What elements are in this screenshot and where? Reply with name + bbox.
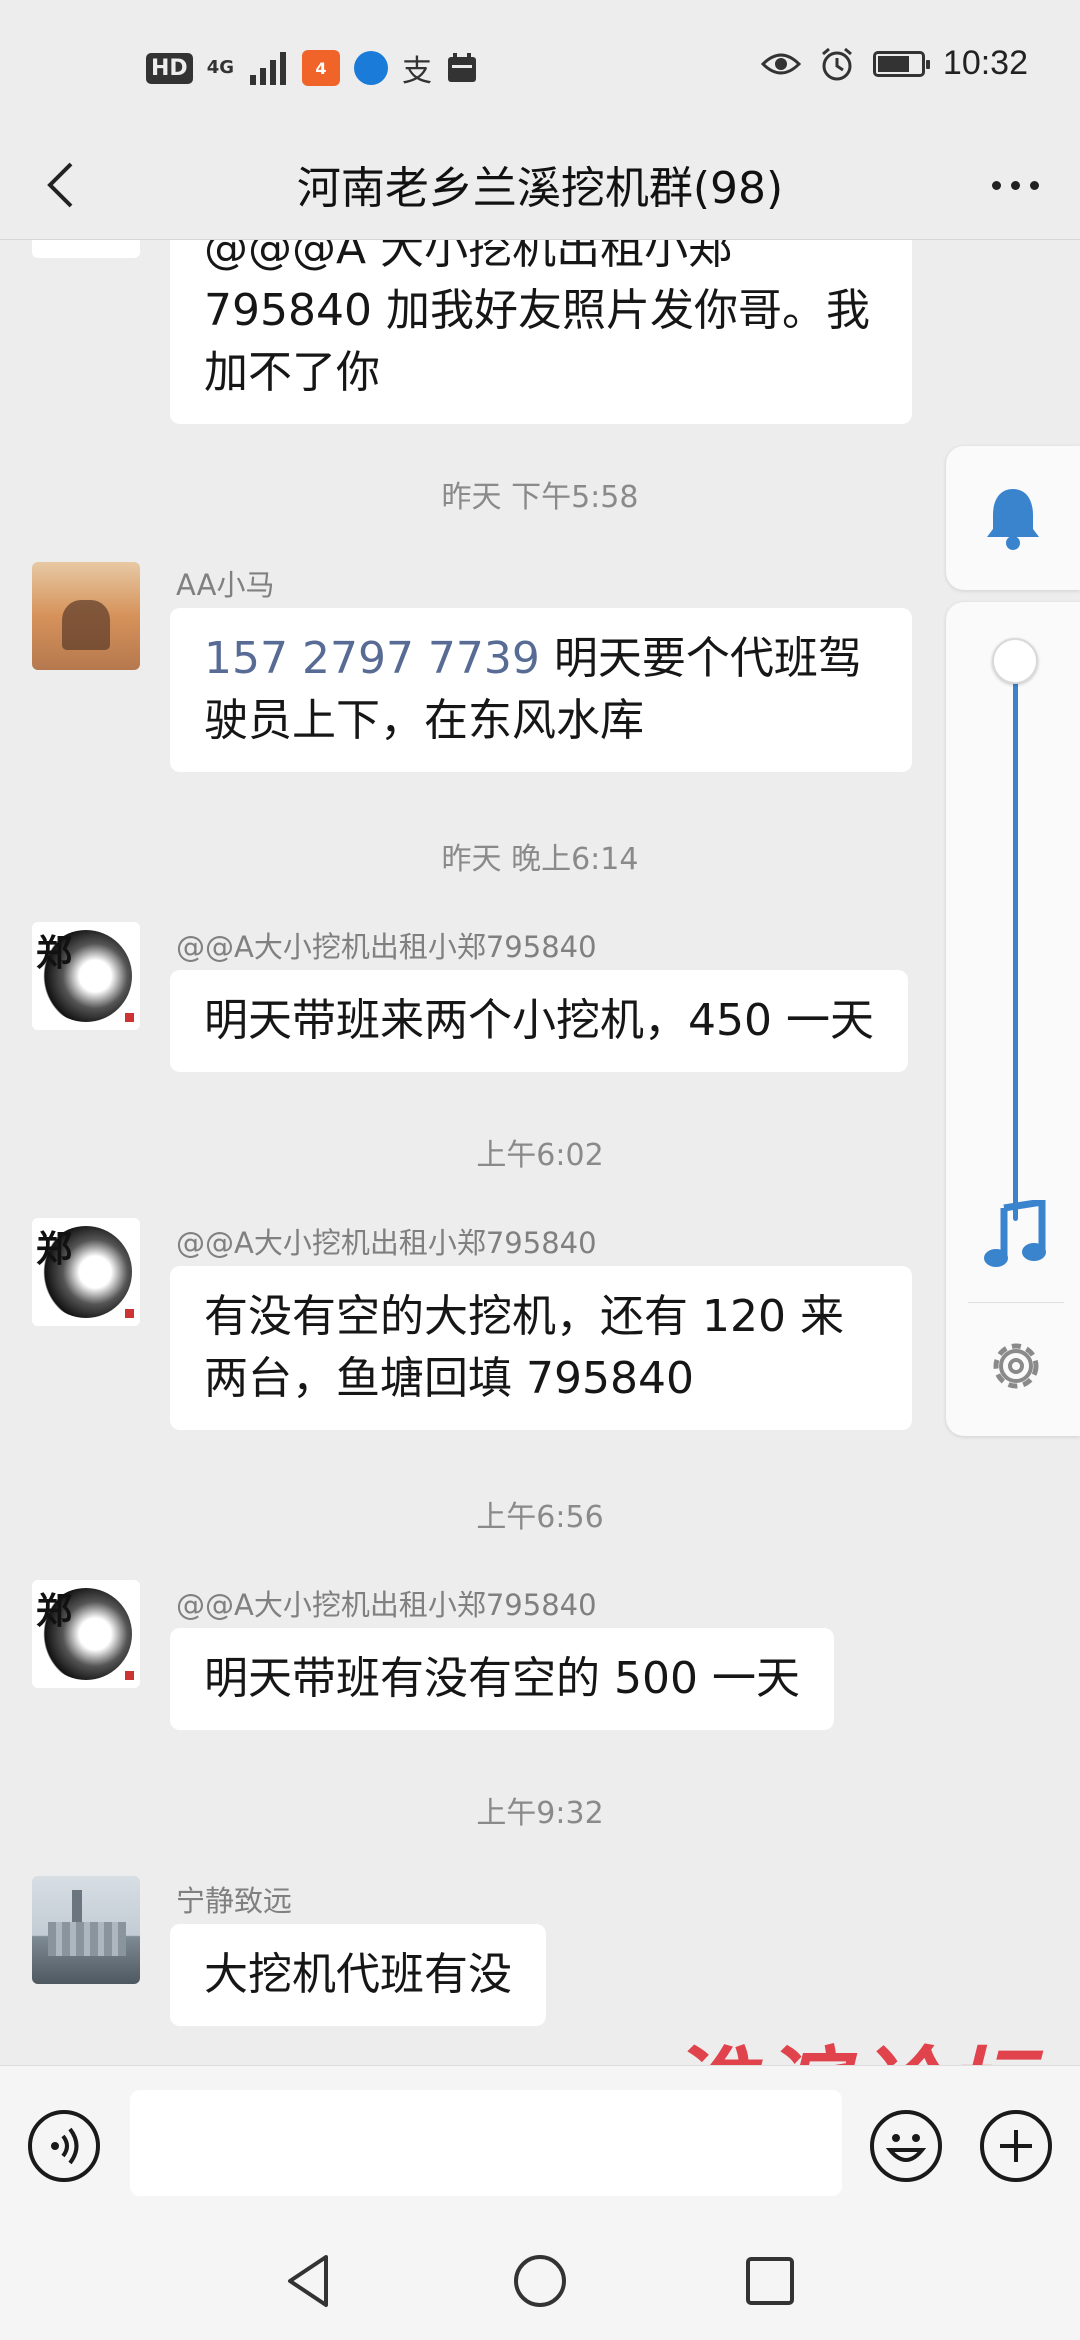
input-bar	[0, 2065, 1080, 2225]
chat-title: 河南老乡兰溪挖机群(98)	[296, 163, 784, 214]
message-list[interactable]: @@@A 大小挖机出租小郑 795840 加我好友照片发你哥。我加不了你 昨天 …	[0, 240, 1080, 2065]
message-bubble[interactable]: 大挖机代班有没	[170, 1924, 546, 2026]
more-dot-icon	[991, 180, 1001, 190]
status-icons-left: HD 4G 4 支	[146, 46, 478, 90]
message-text: @@@A 大小挖机出租小郑 795840 加我好友照片发你哥。我加不了你	[204, 240, 870, 398]
message-input[interactable]	[130, 2090, 842, 2196]
plus-icon	[1000, 2130, 1032, 2162]
app-notification-icon: 4	[302, 50, 340, 86]
bell-icon	[987, 489, 1039, 550]
hd-icon: HD	[146, 52, 193, 84]
seal-mark	[125, 1671, 134, 1680]
avatar[interactable]	[32, 562, 140, 670]
voice-icon	[51, 2127, 79, 2165]
timestamp: 上午6:02	[476, 1138, 604, 1173]
status-bar: HD 4G 4 支 10:32	[0, 0, 1080, 130]
message-text: 明天带班来两个小挖机，450 一天	[204, 995, 874, 1046]
emoji-icon	[885, 2134, 927, 2162]
avatar-character: 郑	[36, 932, 73, 974]
phone-number-link[interactable]: 157 2797 7739	[204, 633, 540, 684]
eye-icon	[760, 53, 801, 74]
emoji-button[interactable]	[870, 2110, 942, 2182]
nav-back-icon[interactable]	[280, 2251, 340, 2311]
sender-name: @@A大小挖机出租小郑795840	[176, 930, 597, 964]
timestamp: 昨天 晚上6:14	[441, 842, 639, 877]
more-dot-icon	[1010, 180, 1020, 190]
volume-slider-handle[interactable]	[992, 638, 1038, 684]
sender-name: @@A大小挖机出租小郑795840	[176, 1588, 597, 1622]
ringtone-toggle-button[interactable]	[946, 446, 1080, 590]
seal-mark	[125, 1013, 134, 1022]
volume-slider-track[interactable]	[1013, 662, 1018, 1221]
volume-panel	[946, 602, 1080, 1436]
message-bubble[interactable]: 157 2797 7739 明天要个代班驾驶员上下，在东风水库	[170, 608, 912, 772]
gear-icon[interactable]	[986, 1336, 1046, 1396]
divider	[968, 1302, 1064, 1303]
nav-recent-apps-icon[interactable]	[740, 2251, 800, 2311]
signal-icon	[250, 52, 286, 85]
voice-input-button[interactable]	[28, 2110, 100, 2182]
avatar[interactable]: 郑	[32, 1580, 140, 1688]
network-type: 4G	[206, 57, 234, 78]
message-bubble[interactable]: 有没有空的大挖机，还有 120 来两台，鱼塘回填 795840	[170, 1266, 912, 1430]
message-bubble[interactable]: 明天带班有没有空的 500 一天	[170, 1628, 834, 1730]
message-bubble[interactable]: 明天带班来两个小挖机，450 一天	[170, 970, 908, 1072]
more-dot-icon	[1029, 180, 1039, 190]
message-text: 有没有空的大挖机，还有 120 来两台，鱼塘回填 795840	[204, 1291, 844, 1404]
nav-home-icon[interactable]	[510, 2251, 570, 2311]
message-bubble[interactable]: @@@A 大小挖机出租小郑 795840 加我好友照片发你哥。我加不了你	[170, 240, 912, 424]
avatar[interactable]: 郑	[32, 922, 140, 1030]
sender-name: @@A大小挖机出租小郑795840	[176, 1226, 597, 1260]
avatar[interactable]	[32, 240, 140, 258]
avatar-character: 郑	[36, 1228, 73, 1270]
seal-mark	[125, 1309, 134, 1318]
sender-name: AA小马	[176, 568, 275, 602]
avatar-character: 郑	[36, 1590, 73, 1632]
alarm-icon	[821, 47, 852, 80]
more-options-button[interactable]	[980, 155, 1050, 215]
status-icons-right: 10:32	[760, 44, 1028, 83]
browser-icon	[354, 51, 388, 85]
battery-fill	[877, 55, 909, 72]
battery-icon	[872, 50, 930, 77]
more-functions-button[interactable]	[980, 2110, 1052, 2182]
calendar-icon	[448, 53, 476, 82]
alipay-icon: 支	[402, 54, 432, 89]
music-note-icon[interactable]	[982, 1200, 1048, 1270]
clock: 10:32	[942, 44, 1028, 82]
sender-name: 宁静致远	[176, 1884, 293, 1918]
timestamp: 昨天 下午5:58	[441, 480, 639, 515]
system-navigation-bar	[0, 2225, 1080, 2340]
avatar[interactable]	[32, 1876, 140, 1984]
timestamp: 上午9:32	[476, 1796, 604, 1831]
avatar[interactable]: 郑	[32, 1218, 140, 1326]
timestamp: 上午6:56	[476, 1500, 604, 1535]
message-text: 明天带班有没有空的 500 一天	[204, 1653, 800, 1704]
chat-header: 河南老乡兰溪挖机群(98)	[0, 130, 1080, 240]
message-text: 大挖机代班有没	[204, 1949, 512, 2000]
